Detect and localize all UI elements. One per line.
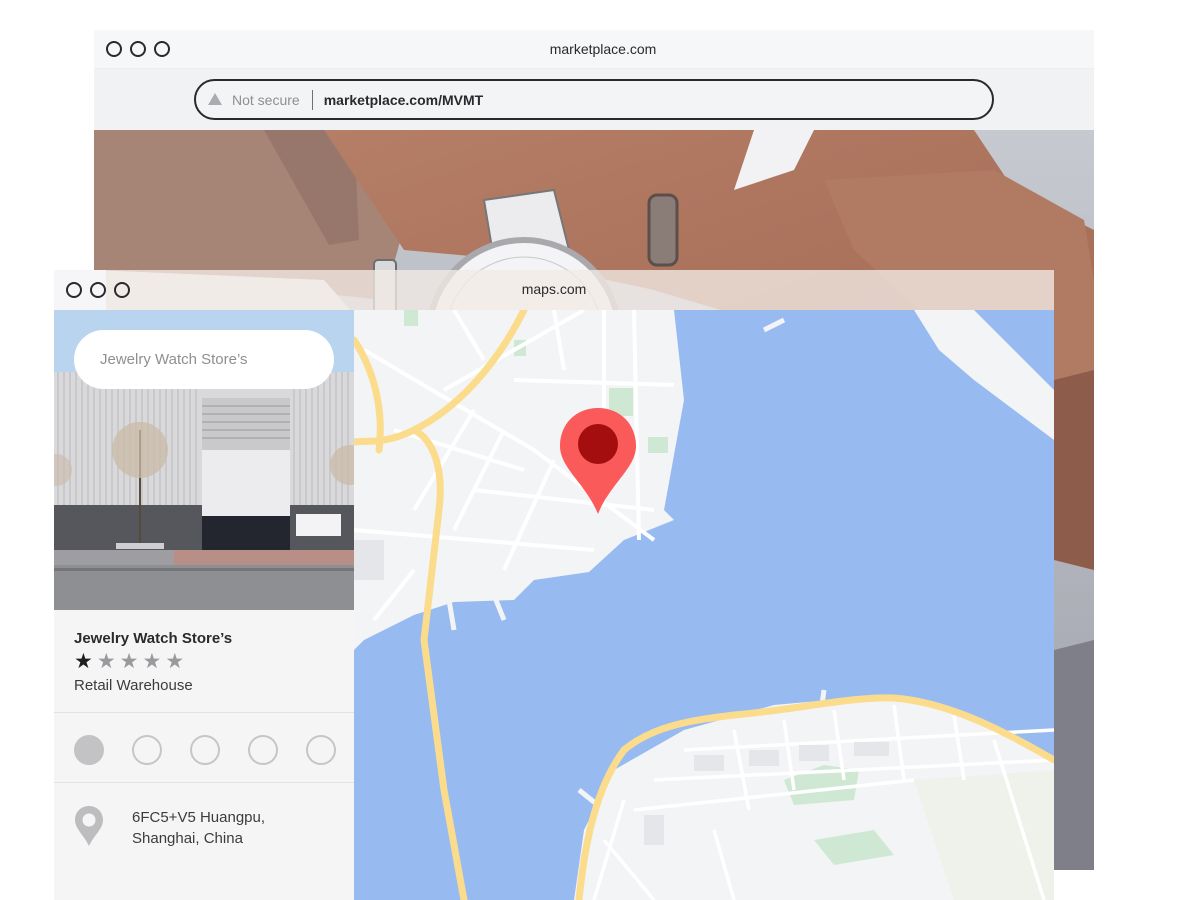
place-panel: Jewelry Watch Store’s Jewelry Watch Stor… [54, 310, 354, 900]
place-search-input[interactable]: Jewelry Watch Store’s [74, 330, 334, 389]
title-bar: marketplace.com [94, 30, 1094, 68]
star-icon: ★ [165, 650, 185, 673]
park [648, 437, 668, 453]
warning-triangle-icon [208, 93, 222, 105]
star-icon: ★ [142, 650, 162, 673]
address-line-2: Shanghai, China [132, 830, 243, 847]
place-name: Jewelry Watch Store’s [74, 630, 233, 647]
star-rating: ★ ★ ★ ★ ★ [74, 651, 232, 673]
security-label[interactable]: Not secure [232, 92, 300, 108]
star-icon: ★ [119, 650, 139, 673]
window-title: maps.com [521, 281, 587, 297]
map-pin-icon[interactable] [558, 406, 638, 516]
address-row: 6FC5+V5 Huangpu, Shanghai, China [74, 805, 265, 849]
map-canvas[interactable] [354, 310, 1054, 900]
url-separator [311, 89, 313, 110]
star-icon: ★ [96, 650, 116, 673]
title-bar: maps.com [54, 270, 1054, 310]
map-tiles [354, 310, 1054, 900]
location-pin-icon [75, 806, 103, 846]
photo-pagination-dots [74, 735, 336, 765]
maps-browser-window: maps.com Jewelry Watch Store’s Jewelry W… [54, 270, 1054, 900]
divider [54, 712, 354, 713]
star-icon: ★ [74, 650, 93, 673]
land-northeast [914, 310, 1054, 440]
store-photo[interactable]: Jewelry Watch Store’s [54, 310, 354, 610]
divider [54, 782, 354, 783]
address-bar[interactable]: Not secure marketplace.com/MVMT [194, 79, 994, 120]
pagination-dot-active[interactable] [74, 735, 104, 765]
place-info: Jewelry Watch Store’s ★ ★ ★ ★ ★ Retail W… [74, 630, 232, 694]
pagination-dot[interactable] [306, 735, 336, 765]
pagination-dot[interactable] [190, 735, 220, 765]
browser-toolbar: Not secure marketplace.com/MVMT [94, 68, 1094, 130]
pagination-dot[interactable] [248, 735, 278, 765]
address-line-1: 6FC5+V5 Huangpu, [132, 809, 266, 826]
window-title: marketplace.com [549, 41, 657, 57]
park [404, 310, 418, 326]
pagination-dot[interactable] [132, 735, 162, 765]
url-text[interactable]: marketplace.com/MVMT [324, 92, 484, 108]
place-address[interactable]: 6FC5+V5 Huangpu, Shanghai, China [132, 807, 265, 849]
place-category: Retail Warehouse [74, 677, 193, 694]
